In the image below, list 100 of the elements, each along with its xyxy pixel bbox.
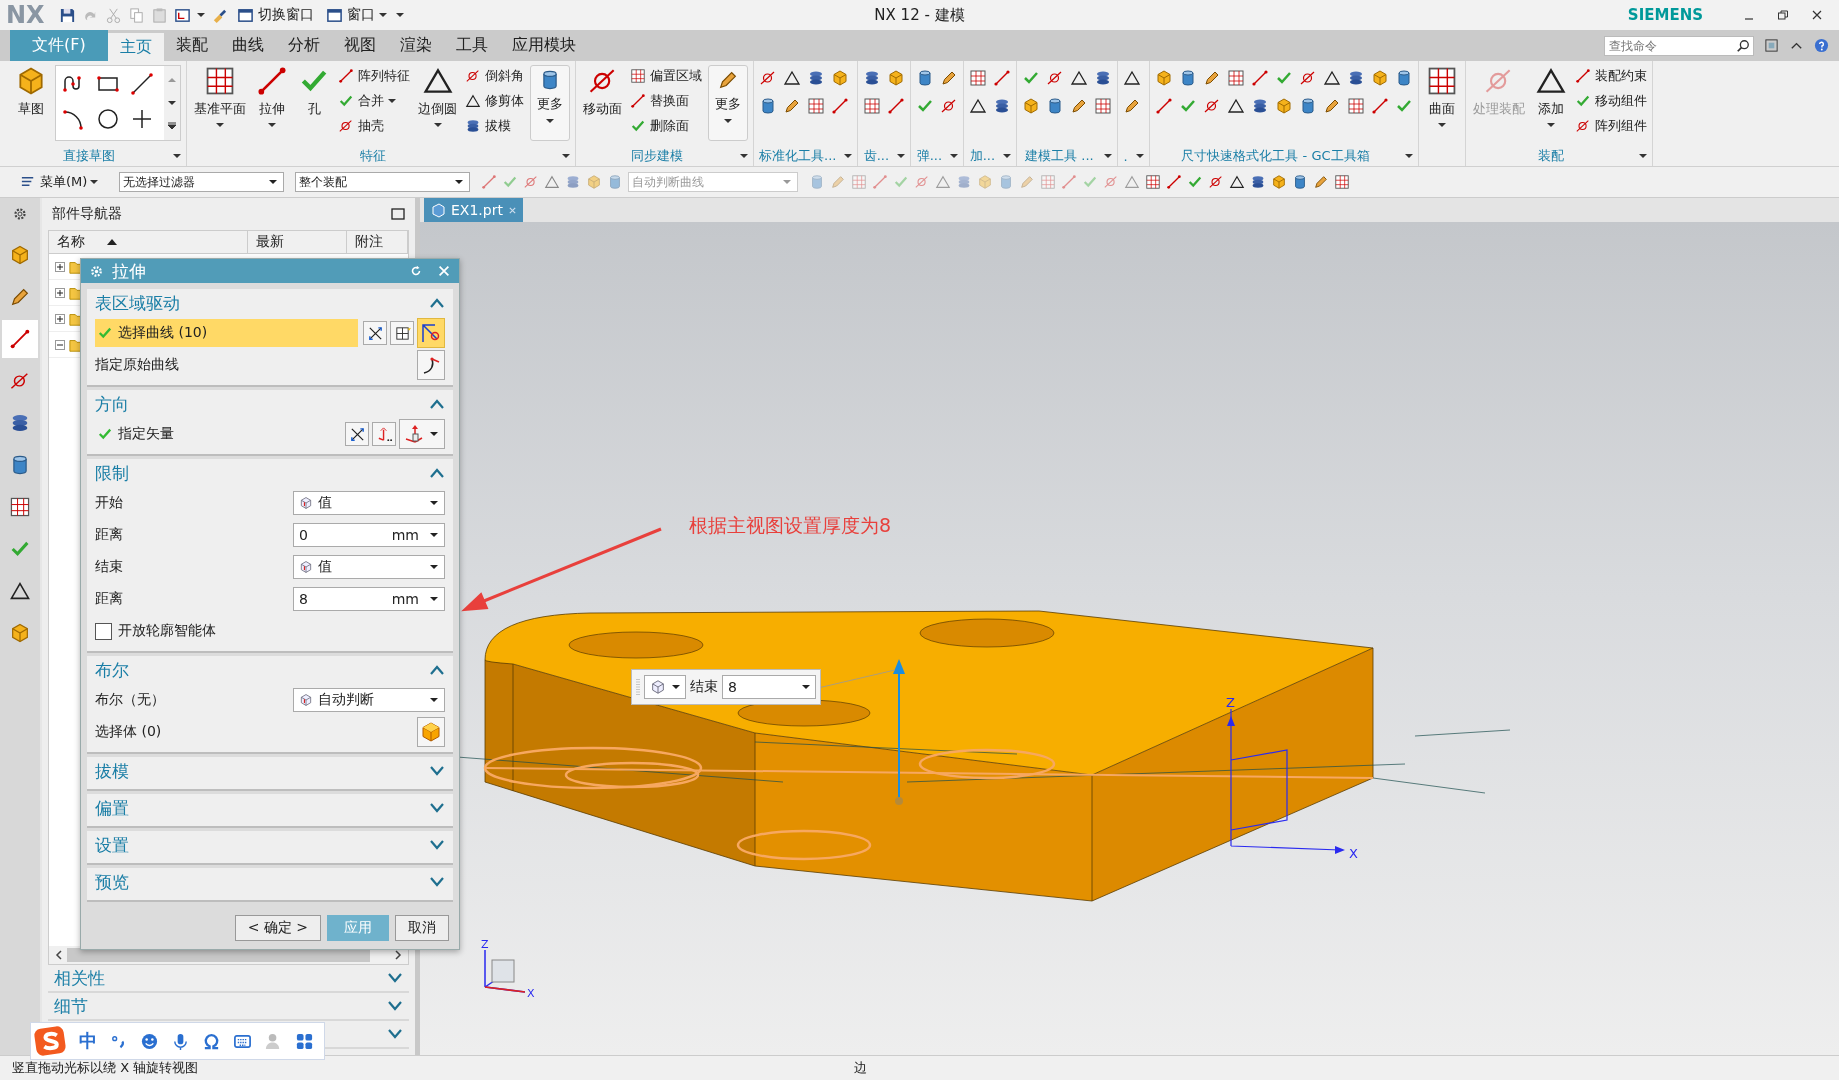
ribbon-tab[interactable]: 曲线 [219, 30, 276, 61]
ribbon-tab[interactable]: 渲染 [387, 30, 444, 61]
section-title[interactable]: 布尔 [95, 658, 129, 682]
section-title[interactable]: 相关性 [54, 966, 105, 990]
ribbon-button[interactable]: 删除面 [630, 115, 702, 137]
microphone-icon[interactable] [171, 1031, 190, 1051]
window-menu-button[interactable]: 切换窗口 [233, 6, 317, 24]
caret-icon[interactable] [897, 152, 906, 160]
triangle-icon[interactable] [1229, 174, 1246, 190]
option-dropdown[interactable]: 自动判断 [293, 688, 445, 712]
column-header[interactable]: 名称 [49, 231, 248, 253]
grid-icon[interactable] [1226, 69, 1245, 87]
chevron-icon[interactable] [429, 398, 445, 410]
caret-icon[interactable] [562, 152, 570, 160]
gear-icon[interactable] [89, 263, 104, 279]
apps-grid-icon[interactable] [295, 1031, 314, 1051]
ribbon-button[interactable]: 添加 [1532, 65, 1569, 146]
selection-step[interactable]: 选择曲线 (10) [95, 319, 358, 347]
close-icon[interactable] [1811, 9, 1823, 21]
vector-dropdown[interactable] [399, 419, 445, 449]
ribbon-button[interactable]: 装配约束 [1574, 65, 1647, 87]
ribbon-button[interactable]: 抽壳 [338, 115, 410, 137]
chevron-icon[interactable] [429, 297, 445, 309]
caret-icon[interactable] [173, 152, 181, 160]
ribbon-tab[interactable]: 视图 [331, 30, 388, 61]
ribbon-button[interactable]: 阵列组件 [1574, 115, 1647, 137]
chevron-icon[interactable] [429, 876, 445, 888]
chevron-icon[interactable] [387, 1028, 403, 1040]
check-icon[interactable] [1187, 174, 1204, 190]
chevron-icon[interactable] [429, 467, 445, 479]
more-button[interactable]: 更多 [708, 65, 748, 141]
document-tab[interactable]: EX1.prt [424, 198, 523, 222]
circle-slash-icon[interactable] [759, 69, 777, 87]
ribbon-button[interactable]: 合并 [338, 90, 410, 112]
maximize-icon[interactable] [391, 207, 405, 221]
grid-icon[interactable] [1346, 97, 1365, 115]
ribbon-button[interactable]: 修剪体 [465, 90, 524, 112]
expander-icon[interactable] [55, 339, 65, 350]
stack-icon[interactable] [807, 69, 825, 87]
pencil-icon[interactable] [1202, 69, 1221, 87]
section-title[interactable]: 拔模 [95, 759, 129, 783]
option-dropdown[interactable]: 值 [293, 555, 445, 579]
ribbon-button[interactable]: 移动组件 [1574, 90, 1647, 112]
section-title[interactable]: 偏置 [95, 796, 129, 820]
ribbon-button[interactable]: 倒斜角 [465, 65, 524, 87]
circle-slash-icon[interactable] [1202, 97, 1221, 115]
value-field[interactable]: 8 [722, 675, 816, 699]
circle-icon[interactable] [96, 107, 120, 131]
point-icon[interactable] [130, 107, 154, 131]
number-field[interactable]: 8 mm [293, 587, 445, 611]
caret-icon[interactable] [844, 152, 853, 160]
ribbon-button[interactable]: 阵列特征 [338, 65, 410, 87]
dialog-button[interactable]: 取消 [395, 915, 449, 941]
ribbon-button[interactable]: 草图 [13, 65, 49, 146]
caret-icon[interactable] [740, 152, 748, 160]
menu-button[interactable]: 菜单(M) [14, 172, 105, 192]
caret-icon[interactable] [395, 11, 404, 19]
grid-icon[interactable] [807, 97, 825, 115]
check-icon[interactable] [1082, 174, 1099, 190]
caret-icon[interactable] [1135, 152, 1144, 160]
window-menu-button[interactable]: 窗口 [322, 6, 390, 24]
chevron-icon[interactable] [387, 972, 403, 984]
grid-icon[interactable] [863, 97, 882, 115]
smiley-icon[interactable] [140, 1031, 159, 1051]
expander-icon[interactable] [55, 287, 65, 298]
search-field[interactable]: 查找命令 [1604, 35, 1754, 56]
omega-icon[interactable] [202, 1031, 221, 1051]
selection-step[interactable]: 指定矢量 [95, 420, 342, 448]
fullscreen-icon[interactable] [1764, 38, 1779, 53]
ribbon-tab[interactable]: 主页 [107, 33, 164, 61]
check-icon[interactable] [502, 174, 519, 190]
navigator-tab[interactable] [2, 320, 38, 358]
cylinder-icon[interactable] [759, 97, 777, 115]
triangle-icon[interactable] [783, 69, 801, 87]
section-title[interactable]: 表区域驱动 [95, 291, 180, 315]
section-title[interactable]: 限制 [95, 461, 129, 485]
grid-icon[interactable] [969, 69, 988, 87]
grid-icon[interactable] [1334, 174, 1351, 190]
tool-button[interactable] [417, 350, 445, 380]
scroll-down-icon[interactable] [168, 99, 176, 107]
ribbon-button[interactable]: 拔模 [465, 115, 524, 137]
caret-icon[interactable] [1638, 152, 1647, 160]
chevron-icon[interactable] [387, 1000, 403, 1012]
filter-dropdown[interactable]: 无选择过滤器 [119, 172, 285, 192]
search-icon[interactable] [1736, 38, 1750, 53]
triangle-icon[interactable] [1322, 69, 1341, 87]
scroll-up-icon[interactable] [168, 75, 176, 84]
tool-button[interactable] [363, 321, 387, 345]
clipboard-icon[interactable] [150, 6, 168, 24]
circle-slash-icon[interactable] [1298, 69, 1317, 87]
pencil-icon[interactable] [1313, 174, 1330, 190]
section-title[interactable]: 细节 [54, 994, 88, 1018]
column-header[interactable]: 最新 [248, 231, 347, 253]
triangle-icon[interactable] [969, 97, 988, 115]
ribbon-button[interactable]: 拉伸 [254, 65, 290, 146]
ribbon-tab[interactable]: 分析 [275, 30, 332, 61]
grid-icon[interactable] [1145, 174, 1162, 190]
tool-button[interactable] [390, 321, 414, 345]
ribbon-button[interactable]: 边倒圆 [416, 65, 459, 146]
caret-icon[interactable] [1003, 152, 1012, 160]
